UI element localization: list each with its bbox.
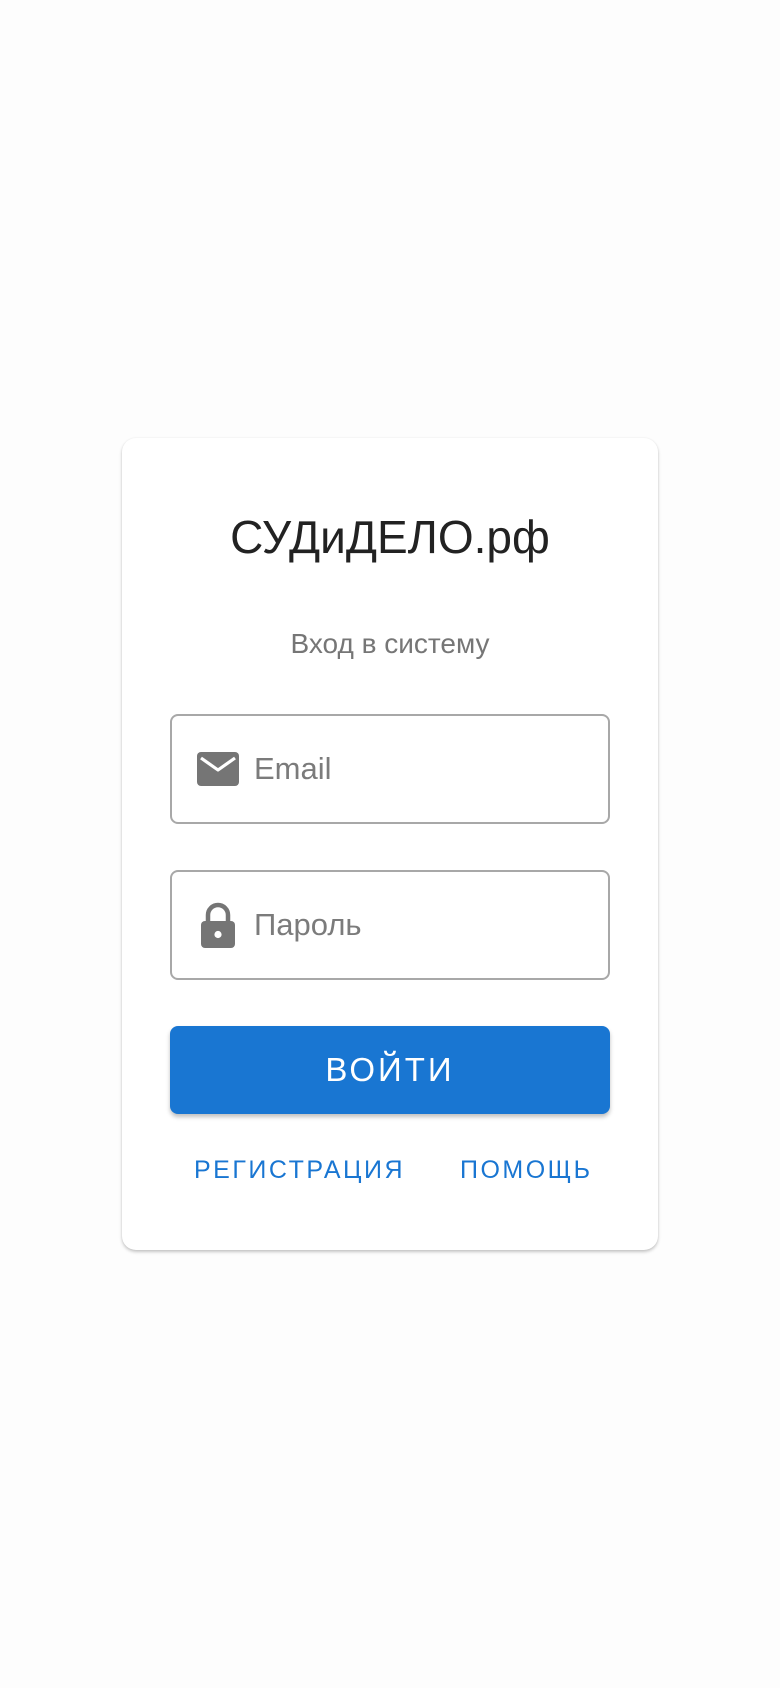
password-input[interactable] (254, 907, 574, 943)
register-link[interactable]: РЕГИСТРАЦИЯ (194, 1156, 405, 1185)
login-button[interactable]: ВОЙТИ (170, 1026, 610, 1114)
lock-icon (196, 902, 240, 948)
password-field[interactable] (170, 870, 610, 980)
login-card: СУДиДЕЛО.рф Вход в систему ВОЙТИ (122, 438, 658, 1250)
login-subtitle: Вход в систему (290, 628, 490, 659)
card-links: РЕГИСТРАЦИЯ ПОМОЩЬ (122, 1156, 658, 1196)
email-field[interactable] (170, 714, 610, 824)
email-input[interactable] (254, 751, 574, 787)
help-link[interactable]: ПОМОЩЬ (460, 1156, 593, 1185)
login-page: СУДиДЕЛО.рф Вход в систему ВОЙТИ (0, 0, 780, 1688)
email-icon (196, 747, 240, 791)
app-title: СУДиДЕЛО.рф (230, 511, 550, 563)
